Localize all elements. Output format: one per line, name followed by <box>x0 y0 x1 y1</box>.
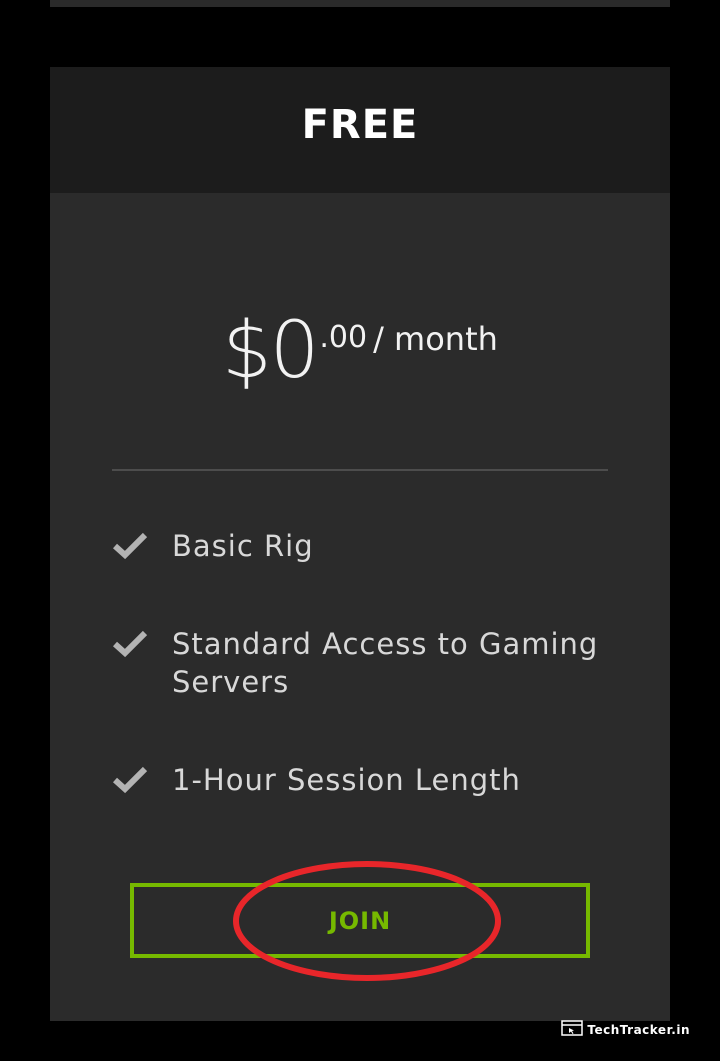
divider <box>112 469 608 471</box>
feature-item: Basic Rig <box>112 527 612 565</box>
check-icon <box>112 625 172 701</box>
watermark: TechTracker.in <box>561 1020 690 1039</box>
join-button-label: JOIN <box>328 906 392 935</box>
price-period: / month <box>373 320 498 358</box>
check-icon <box>112 761 172 799</box>
feature-text: Basic Rig <box>172 529 314 563</box>
feature-text: 1-Hour Session Length <box>172 763 521 797</box>
card-header: FREE <box>50 67 670 193</box>
watermark-text: TechTracker.in <box>587 1022 690 1037</box>
price-cents: .00 <box>319 320 368 355</box>
previous-card-edge <box>50 0 670 7</box>
price: $0.00/ month <box>50 312 670 390</box>
browser-window-icon <box>561 1020 584 1039</box>
join-button[interactable]: JOIN <box>130 883 590 958</box>
pricing-card-free: FREE $0.00/ month Basic Rig Standard Acc… <box>50 67 670 1021</box>
check-icon <box>112 527 172 565</box>
feature-item: 1-Hour Session Length <box>112 761 612 799</box>
feature-item: Standard Access to Gaming Servers <box>112 625 612 701</box>
plan-title: FREE <box>301 102 419 148</box>
feature-text: Standard Access to Gaming Servers <box>172 627 599 699</box>
price-currency: $ <box>222 306 272 396</box>
price-amount: 0 <box>269 306 320 396</box>
